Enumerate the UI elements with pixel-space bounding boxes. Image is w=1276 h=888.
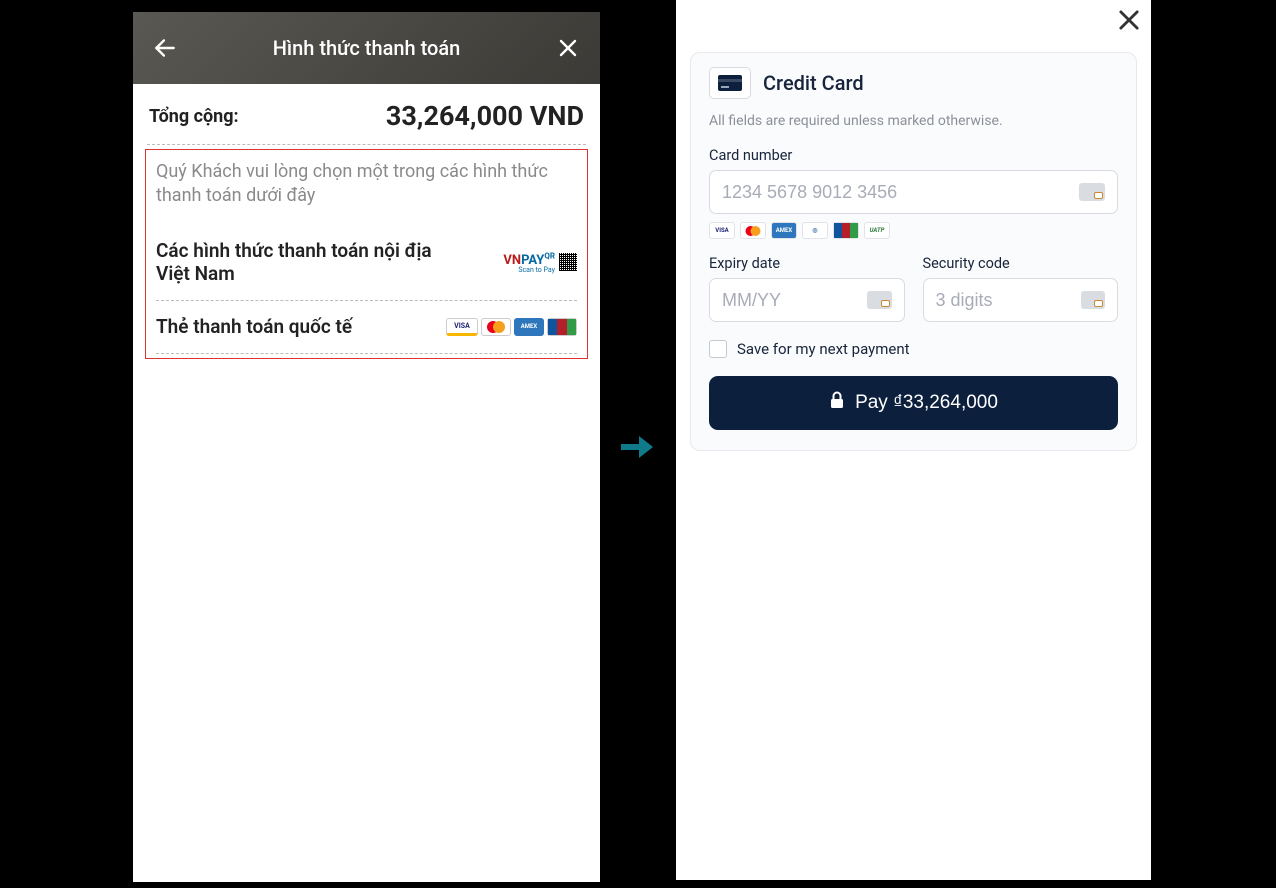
save-card-label: Save for my next payment <box>737 340 910 358</box>
payment-body: Tổng cộng: 33,264,000 VND Quý Khách vui … <box>133 84 600 363</box>
close-icon[interactable] <box>550 30 586 66</box>
card-icon <box>1079 183 1105 201</box>
jcb-icon <box>547 318 577 336</box>
payment-method-screen: Hình thức thanh toán Tổng cộng: 33,264,0… <box>133 12 600 882</box>
close-icon[interactable] <box>1115 6 1143 38</box>
cvv-input[interactable] <box>936 290 1081 311</box>
card-number-input-wrapper <box>709 170 1118 214</box>
arrow-right-icon <box>621 434 653 464</box>
diners-icon: ◎ <box>802 222 828 239</box>
lock-icon <box>829 391 845 415</box>
card-back-icon <box>1081 291 1105 309</box>
card-icon <box>867 291 891 309</box>
expiry-label: Expiry date <box>709 255 905 272</box>
mastercard-icon <box>481 318 511 336</box>
pay-button-label: Pay ₫33,264,000 <box>855 392 998 414</box>
method-name: Thẻ thanh toán quốc tế <box>156 315 352 339</box>
card-brand-icons: VISA AMEX ◎ UATP <box>709 222 1118 239</box>
methods-container: Quý Khách vui lòng chọn một trong các hì… <box>145 149 588 359</box>
visa-icon: VISA <box>709 222 735 239</box>
total-value: 33,264,000 VND <box>386 100 584 132</box>
required-note: All fields are required unless marked ot… <box>709 113 1118 129</box>
expiry-input-wrapper <box>709 278 905 322</box>
qr-code-icon <box>559 253 577 271</box>
card-header: Credit Card <box>709 67 1118 99</box>
card-title: Credit Card <box>763 71 864 95</box>
save-card-checkbox[interactable] <box>709 340 727 358</box>
pay-button[interactable]: Pay ₫33,264,000 <box>709 376 1118 430</box>
header-bar: Hình thức thanh toán <box>133 12 600 84</box>
expiry-input[interactable] <box>722 290 867 311</box>
cvv-label: Security code <box>923 255 1119 272</box>
method-logos: VNPAYQR Scan to Pay <box>503 252 577 273</box>
cvv-input-wrapper <box>923 278 1119 322</box>
method-name: Các hình thức thanh toán nội địa Việt Na… <box>156 239 456 287</box>
save-card-row: Save for my next payment <box>709 340 1118 358</box>
mastercard-icon <box>740 222 766 239</box>
visa-icon: VISA <box>446 318 478 336</box>
method-international-card[interactable]: Thẻ thanh toán quốc tế VISA AMEX <box>156 301 577 353</box>
credit-card-screen: Credit Card All fields are required unle… <box>676 0 1151 880</box>
header-title: Hình thức thanh toán <box>183 36 550 60</box>
uatp-icon: UATP <box>864 222 890 239</box>
total-row: Tổng cộng: 33,264,000 VND <box>143 84 590 144</box>
amex-icon: AMEX <box>514 318 544 336</box>
credit-card-panel: Credit Card All fields are required unle… <box>690 52 1137 451</box>
method-logos: VISA AMEX <box>446 318 577 336</box>
method-domestic-vietnam[interactable]: Các hình thức thanh toán nội địa Việt Na… <box>156 225 577 301</box>
card-number-input[interactable] <box>722 182 1079 203</box>
divider <box>156 353 577 354</box>
divider <box>147 144 586 145</box>
amex-icon: AMEX <box>771 222 797 239</box>
back-icon[interactable] <box>147 30 183 66</box>
jcb-icon <box>833 222 859 239</box>
instruction-text: Quý Khách vui lòng chọn một trong các hì… <box>156 156 577 225</box>
credit-card-icon <box>709 67 751 99</box>
vnpay-qr-icon: VNPAYQR Scan to Pay <box>503 252 577 273</box>
total-label: Tổng cộng: <box>149 106 239 127</box>
card-number-label: Card number <box>709 147 1118 164</box>
